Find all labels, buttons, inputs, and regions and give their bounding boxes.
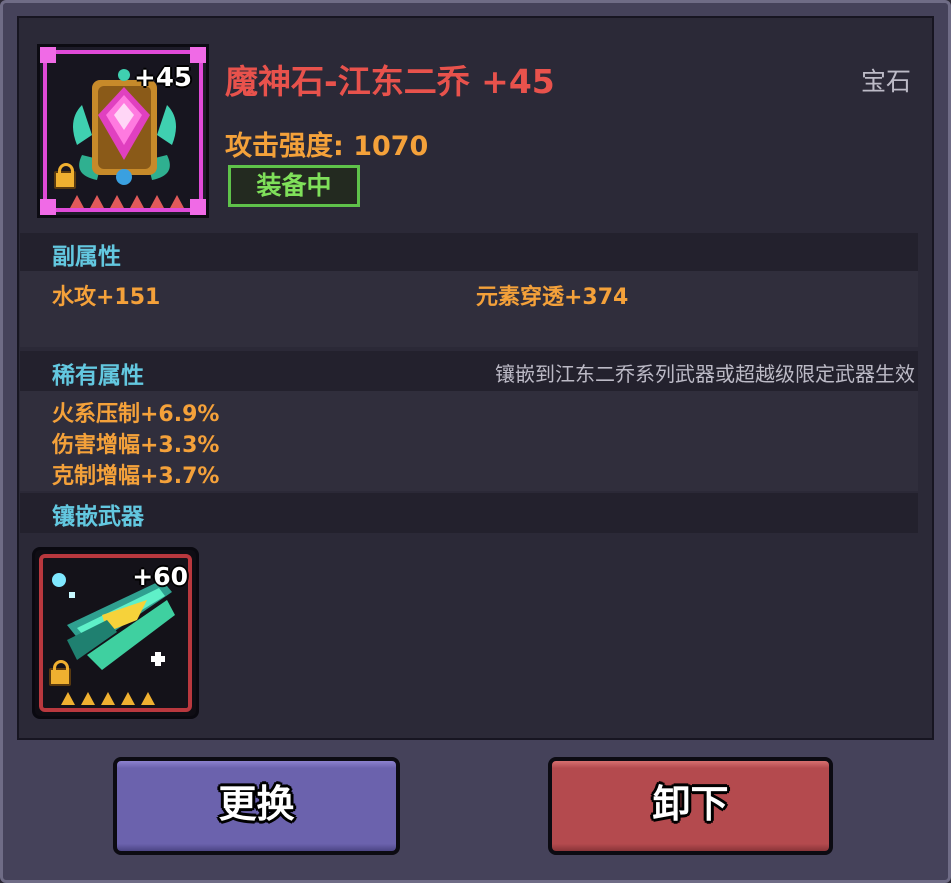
- lock-icon: [49, 660, 71, 686]
- star-icon: [130, 195, 144, 208]
- star-icon: [101, 692, 115, 705]
- star-icon: [150, 195, 164, 208]
- sub-attributes-title: 副属性: [52, 244, 121, 270]
- rare-attribute-item: 火系压制+6.9%: [52, 402, 220, 427]
- frame-corner: [190, 199, 206, 215]
- replace-button[interactable]: 更换: [113, 757, 400, 855]
- gem-name: 魔神石-江东二乔 +45: [225, 62, 555, 101]
- frame-corner: [190, 47, 206, 63]
- sub-attribute-item: 水攻+151: [52, 285, 161, 310]
- frame-corner: [40, 47, 56, 63]
- rare-attributes-hint: 镶嵌到江东二乔系列武器或超越级限定武器生效: [495, 362, 915, 386]
- star-icon: [70, 195, 84, 208]
- inlaid-weapon-title: 镶嵌武器: [52, 504, 144, 530]
- star-icon: [121, 692, 135, 705]
- attack-power: 攻击强度: 1070: [225, 131, 429, 162]
- gem-level-badge: +45: [134, 63, 192, 93]
- weapon-star-rating: [61, 692, 155, 705]
- equipped-badge: 装备中: [228, 165, 360, 207]
- rare-attribute-item: 伤害增幅+3.3%: [52, 433, 220, 458]
- gem-star-rating: [70, 195, 184, 208]
- section-header-band: [20, 493, 918, 533]
- lock-icon: [54, 163, 76, 189]
- gem-item-slot[interactable]: +45: [37, 44, 209, 218]
- star-icon: [81, 692, 95, 705]
- star-icon: [170, 195, 184, 208]
- weapon-item-slot[interactable]: +60: [32, 547, 199, 719]
- rare-attributes-title: 稀有属性: [52, 363, 144, 389]
- star-icon: [90, 195, 104, 208]
- star-icon: [110, 195, 124, 208]
- rare-attribute-item: 克制增幅+3.7%: [52, 464, 220, 489]
- frame-corner: [40, 199, 56, 215]
- weapon-level-badge: +60: [132, 562, 188, 591]
- star-icon: [61, 692, 75, 705]
- item-type-label: 宝石: [860, 67, 911, 96]
- star-icon: [141, 692, 155, 705]
- remove-button[interactable]: 卸下: [548, 757, 833, 855]
- section-header-band: [20, 233, 918, 271]
- sub-attribute-item: 元素穿透+374: [476, 285, 629, 310]
